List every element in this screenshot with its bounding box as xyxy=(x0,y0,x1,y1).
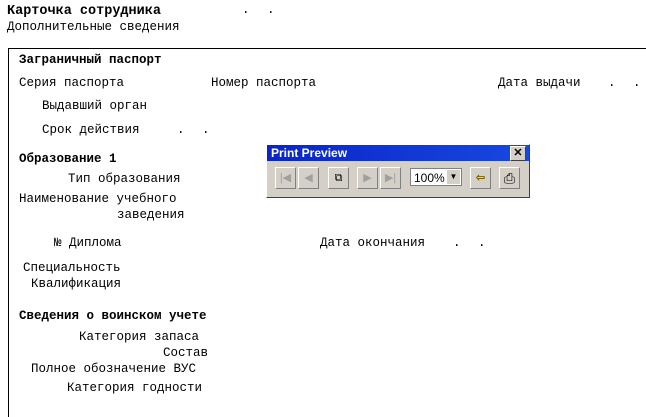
label-institution-2: заведения xyxy=(117,208,185,222)
prev-page-button[interactable]: ◀ xyxy=(298,167,319,189)
validity-dots: . . xyxy=(177,123,210,137)
first-page-button[interactable]: |◀ xyxy=(275,167,296,189)
label-end-date: Дата окончания xyxy=(320,236,426,250)
page-title: Карточка сотрудника xyxy=(7,4,161,19)
label-vus: Полное обозначение ВУС xyxy=(31,362,197,376)
toolbar-title: Print Preview xyxy=(271,146,348,160)
zoom-select[interactable]: 100% ▼ xyxy=(410,168,462,186)
label-series: Серия паспорта xyxy=(19,76,125,90)
label-institution: Наименование учебного xyxy=(19,192,177,206)
section-education: Образование 1 xyxy=(19,152,117,166)
label-number: Номер паспорта xyxy=(211,76,317,90)
title-date-dots: . . xyxy=(242,3,275,17)
issue-date-dots: . . xyxy=(608,76,641,90)
label-diploma: № Диплома xyxy=(54,236,122,250)
page-subtitle: Дополнительные сведения xyxy=(7,20,180,34)
exit-button[interactable]: ⇦ xyxy=(470,167,491,189)
end-date-dots: . . xyxy=(453,236,486,250)
label-specialty: Специальность xyxy=(23,261,121,275)
next-page-button[interactable]: ▶ xyxy=(357,167,378,189)
multiple-pages-button[interactable]: ⧉ xyxy=(328,167,349,189)
label-qualification: Квалификация xyxy=(31,277,122,291)
zoom-value: 100% xyxy=(414,171,445,185)
section-passport: Заграничный паспорт xyxy=(19,53,162,67)
label-reserve-category: Категория запаса xyxy=(79,330,200,344)
chevron-down-icon[interactable]: ▼ xyxy=(447,170,460,184)
label-composition: Состав xyxy=(163,346,209,360)
section-military: Сведения о воинском учете xyxy=(19,309,207,323)
label-fitness: Категория годности xyxy=(67,381,203,395)
label-issuer: Выдавший орган xyxy=(42,99,148,113)
close-button[interactable]: ✕ xyxy=(510,146,526,161)
label-issue-date: Дата выдачи xyxy=(498,76,581,90)
label-edu-type: Тип образования xyxy=(68,172,181,186)
print-preview-toolbar: Print Preview ✕ |◀ ◀ ⧉ ▶ ▶| 100% ▼ ⇦ ⎙ xyxy=(266,144,530,198)
last-page-button[interactable]: ▶| xyxy=(380,167,401,189)
label-validity: Срок действия xyxy=(42,123,140,137)
print-button[interactable]: ⎙ xyxy=(499,167,520,189)
toolbar-titlebar[interactable]: Print Preview ✕ xyxy=(267,145,529,161)
